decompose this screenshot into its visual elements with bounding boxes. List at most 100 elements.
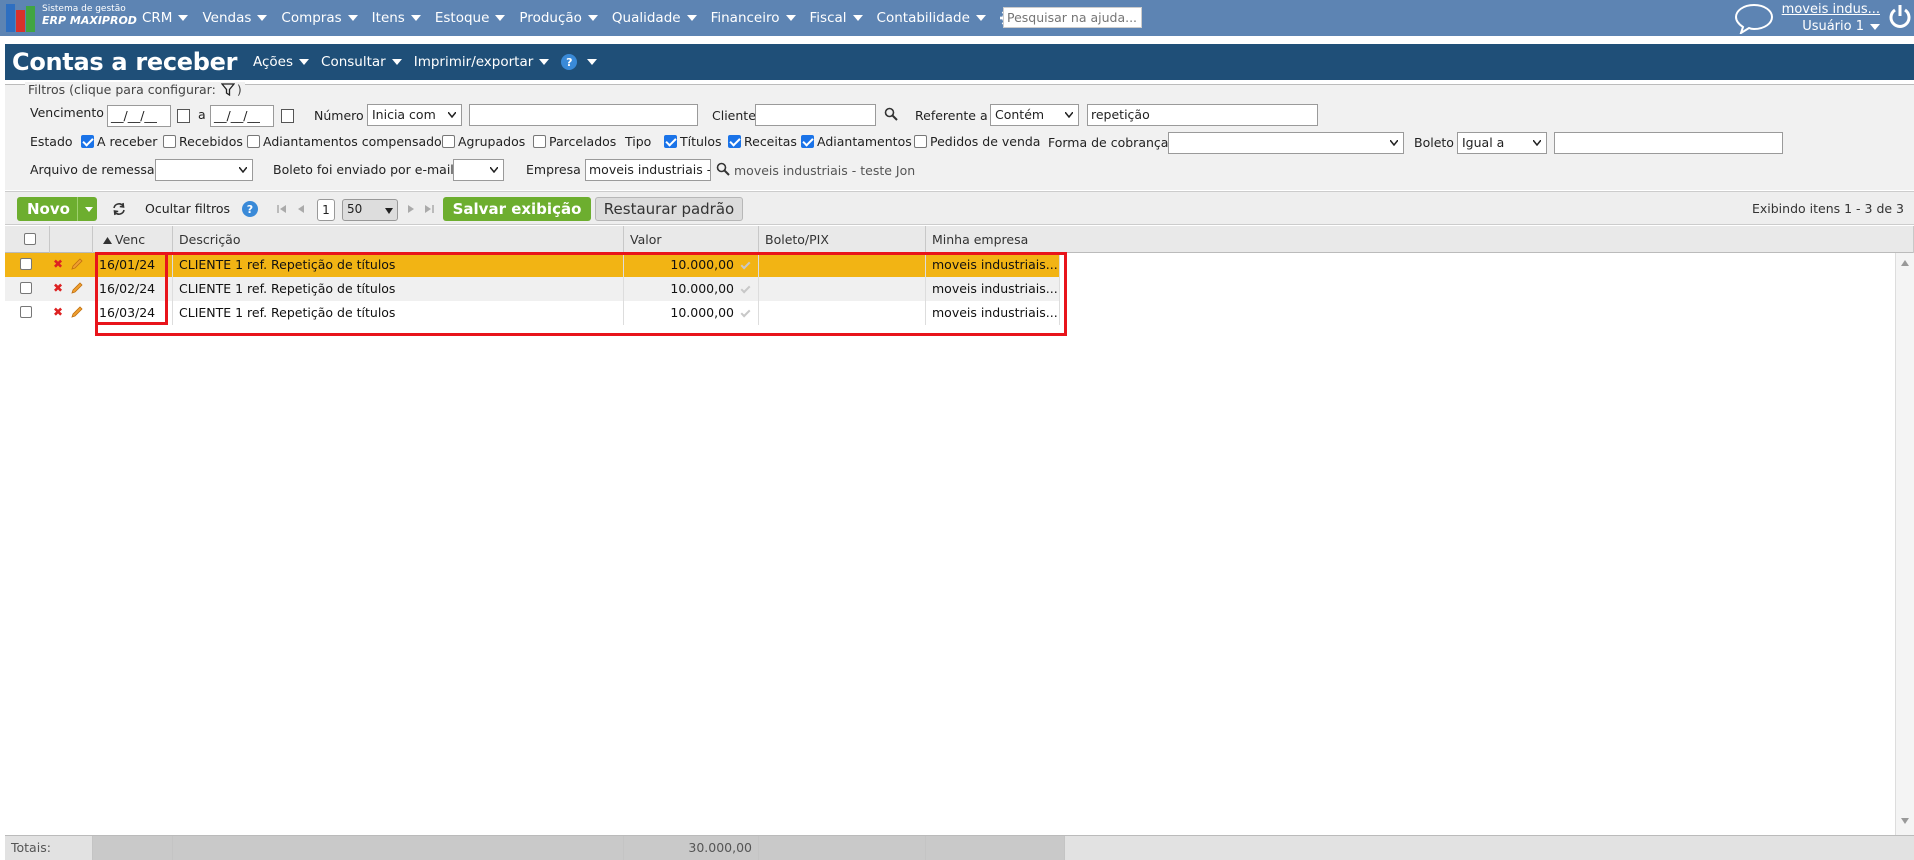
brand-text: Sistema de gestão ERP MAXIPROD <box>42 3 137 27</box>
salvar-exibicao-button[interactable]: Salvar exibição <box>443 197 591 221</box>
company-link[interactable]: moveis indus... <box>1782 1 1880 18</box>
refresh-icon[interactable] <box>111 202 127 216</box>
search-icon[interactable] <box>884 107 898 121</box>
edit-pencil-icon[interactable] <box>70 257 84 271</box>
menu-acoes[interactable]: Ações <box>253 54 310 70</box>
checkbox-checked[interactable] <box>81 135 94 148</box>
search-icon[interactable] <box>716 162 730 176</box>
col-valor[interactable]: Valor <box>624 226 759 253</box>
checkbox-checked[interactable] <box>728 135 741 148</box>
chevron-down-icon[interactable] <box>85 207 93 212</box>
help-search-input[interactable] <box>1003 7 1142 28</box>
calendar-icon[interactable] <box>177 109 190 123</box>
row-checkbox[interactable] <box>20 282 32 294</box>
estado-recebidos[interactable]: Recebidos <box>157 134 243 149</box>
checkbox[interactable] <box>442 135 455 148</box>
menu-imprimir-exportar[interactable]: Imprimir/exportar <box>414 54 550 70</box>
select-all-header[interactable] <box>5 226 50 253</box>
checkbox[interactable] <box>914 135 927 148</box>
power-icon[interactable] <box>1888 4 1912 30</box>
ocultar-filtros-button[interactable]: Ocultar filtros <box>145 201 230 216</box>
remessa-label: Arquivo de remessa <box>30 162 155 177</box>
numero-mode-select[interactable]: Inicia com <box>367 104 462 126</box>
menu-itens[interactable]: Itens <box>372 10 421 26</box>
tipo-adiantamentos[interactable]: Adiantamentos <box>795 134 912 149</box>
estado-a-receber[interactable]: A receber <box>75 134 157 149</box>
cliente-label: Cliente <box>712 108 756 123</box>
calendar-icon[interactable] <box>281 109 294 123</box>
page-help-menu[interactable]: ? <box>561 54 598 70</box>
menu-fiscal[interactable]: Fiscal <box>810 10 863 26</box>
actions-header <box>50 226 93 253</box>
estado-adiantamentos-compensados[interactable]: Adiantamentos compensados <box>241 134 448 149</box>
maxiprod-logo-icon[interactable] <box>6 4 38 32</box>
vertical-scrollbar[interactable] <box>1895 253 1914 835</box>
remessa-select[interactable] <box>155 159 253 181</box>
row-checkbox[interactable] <box>20 258 32 270</box>
email-select[interactable] <box>453 159 504 181</box>
boleto-mode-select[interactable]: Igual a <box>1457 132 1547 154</box>
filters-legend[interactable]: Filtros (clique para configurar: ) <box>25 82 245 97</box>
row-checkbox[interactable] <box>20 306 32 318</box>
boleto-label: Boleto <box>1414 135 1454 150</box>
tipo-pedidos-de-venda[interactable]: Pedidos de venda <box>908 134 1040 149</box>
menu-financeiro[interactable]: Financeiro <box>711 10 796 26</box>
restaurar-padrao-button[interactable]: Restaurar padrão <box>595 197 743 221</box>
checkbox-checked[interactable] <box>801 135 814 148</box>
col-descricao[interactable]: Descrição <box>173 226 624 253</box>
menu-vendas[interactable]: Vendas <box>202 10 268 26</box>
prev-page-icon[interactable] <box>297 204 305 214</box>
next-page-icon[interactable] <box>407 204 415 214</box>
checkbox-checked[interactable] <box>664 135 677 148</box>
edit-pencil-icon[interactable] <box>70 281 84 295</box>
col-minha-empresa[interactable]: Minha empresa <box>926 226 1914 253</box>
date-from-input[interactable]: __/__/__ <box>107 105 171 127</box>
col-venc[interactable]: Venc <box>93 226 173 253</box>
forma-cobranca-select[interactable] <box>1168 132 1404 154</box>
totals-valor: 30.000,00 <box>624 836 759 860</box>
tipo-label: Tipo <box>625 134 652 149</box>
page-actions-menu: Ações Consultar Imprimir/exportar ? <box>253 44 609 80</box>
novo-button[interactable]: Novo <box>17 197 97 221</box>
user-menu[interactable]: Usuário 1 <box>1782 18 1880 35</box>
tipo-receitas[interactable]: Receitas <box>722 134 797 149</box>
delete-icon[interactable]: ✖ <box>53 305 63 319</box>
referente-mode-select[interactable]: Contém <box>990 104 1079 126</box>
checkbox[interactable] <box>163 135 176 148</box>
estado-agrupados[interactable]: Agrupados <box>436 134 525 149</box>
checkbox[interactable] <box>533 135 546 148</box>
filter-icon[interactable] <box>220 83 235 96</box>
menu-contabilidade[interactable]: Contabilidade <box>877 10 986 26</box>
page-size-select[interactable]: 50 <box>342 199 398 221</box>
scroll-up-icon[interactable] <box>1901 260 1909 266</box>
delete-icon[interactable]: ✖ <box>53 281 63 295</box>
last-page-icon[interactable] <box>424 204 434 214</box>
menu-qualidade[interactable]: Qualidade <box>612 10 697 26</box>
totals-descricao <box>173 836 624 860</box>
menu-consultar[interactable]: Consultar <box>321 54 402 70</box>
user-area[interactable]: moveis indus... Usuário 1 <box>1782 1 1880 35</box>
tipo-titulos[interactable]: Títulos <box>658 134 722 149</box>
col-boleto-pix[interactable]: Boleto/PIX <box>759 226 926 253</box>
first-page-icon[interactable] <box>277 204 287 214</box>
menu-producao[interactable]: Produção <box>519 10 598 26</box>
select-all-checkbox[interactable] <box>24 233 36 245</box>
menu-estoque[interactable]: Estoque <box>435 10 506 26</box>
empresa-input[interactable]: moveis industriais - <box>585 159 711 181</box>
boleto-input[interactable] <box>1554 132 1783 154</box>
referente-input[interactable]: repetição <box>1087 104 1318 126</box>
numero-input[interactable] <box>469 104 698 126</box>
edit-pencil-icon[interactable] <box>70 305 84 319</box>
referente-label: Referente a <box>915 108 988 123</box>
menu-compras[interactable]: Compras <box>281 10 358 26</box>
date-to-input[interactable]: __/__/__ <box>210 105 274 127</box>
scroll-down-icon[interactable] <box>1901 818 1909 824</box>
checkbox[interactable] <box>247 135 260 148</box>
estado-parcelados[interactable]: Parcelados <box>527 134 616 149</box>
cliente-input[interactable] <box>755 104 876 126</box>
menu-crm[interactable]: CRM <box>142 10 189 26</box>
page-number[interactable]: 1 <box>317 199 335 221</box>
delete-icon[interactable]: ✖ <box>53 257 63 271</box>
help-icon[interactable]: ? <box>242 201 258 217</box>
chat-bubble-icon[interactable] <box>1734 2 1774 34</box>
